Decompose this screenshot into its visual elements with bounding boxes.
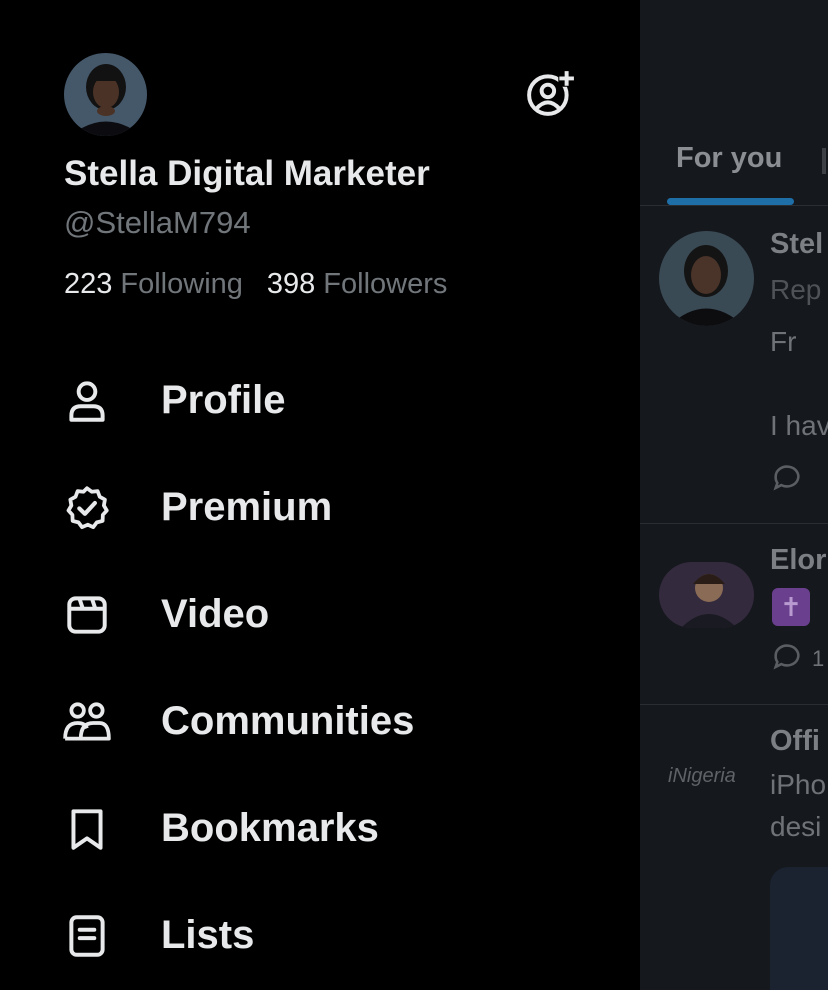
avatar[interactable]	[64, 53, 147, 136]
post-author-name[interactable]: Elor	[770, 544, 826, 577]
menu-item-video[interactable]: Video	[0, 561, 640, 668]
post-avatar[interactable]	[659, 562, 754, 628]
following-count: 223	[64, 268, 113, 300]
timeline-post[interactable]: Stel Rep Fr I hav	[640, 206, 828, 524]
menu-label: Video	[161, 592, 270, 636]
post-reply-line: Rep	[770, 274, 822, 305]
post-text: iPho	[770, 769, 827, 800]
clapperboard-icon	[67, 595, 107, 634]
menu-label: Lists	[161, 913, 255, 957]
post-text: desi	[770, 811, 822, 842]
post-text: Fr	[770, 326, 797, 357]
menu-label: Premium	[161, 485, 333, 529]
account-handle: @StellaM794	[64, 205, 251, 240]
followers-count: 398	[266, 268, 316, 300]
follow-stats: 223 Following 398 Followers	[64, 268, 447, 301]
list-icon	[69, 914, 105, 957]
brand-logo[interactable]: iNigeria	[668, 765, 736, 788]
post-avatar[interactable]	[659, 231, 754, 326]
timeline-post[interactable]: Elor ✝ 1	[640, 524, 828, 705]
post-author-name[interactable]: Offi	[770, 725, 820, 758]
tab-following-partial[interactable]	[822, 148, 826, 174]
following-link[interactable]: 223 Following	[64, 268, 243, 301]
background-timeline[interactable]: For you Stel Rep Fr I hav Elor ✝ 1 iNige…	[640, 0, 828, 990]
add-account-icon[interactable]	[526, 68, 576, 118]
account-display-name[interactable]: Stella Digital Marketer	[64, 154, 430, 194]
reply-icon[interactable]	[770, 640, 804, 674]
menu-label: Communities	[161, 699, 415, 743]
reply-icon[interactable]	[770, 461, 804, 495]
menu-item-profile[interactable]: Profile	[0, 347, 640, 454]
followers-label: Followers	[323, 268, 448, 300]
side-drawer: Stella Digital Marketer @StellaM794 223 F…	[0, 0, 640, 990]
timeline-header: For you	[640, 0, 828, 206]
post-text: I hav	[770, 410, 828, 441]
people-icon	[63, 701, 111, 741]
tab-for-you[interactable]: For you	[676, 142, 782, 175]
app-root: For you Stel Rep Fr I hav Elor ✝ 1 iNige…	[0, 0, 828, 990]
bookmark-icon	[71, 808, 103, 850]
person-icon	[69, 380, 105, 422]
menu-item-premium[interactable]: Premium	[0, 454, 640, 561]
post-media[interactable]	[770, 867, 828, 990]
menu-item-communities[interactable]: Communities	[0, 668, 640, 775]
verified-badge-icon	[66, 485, 109, 529]
post-author-name[interactable]: Stel	[770, 228, 823, 261]
menu-label: Bookmarks	[161, 806, 379, 850]
menu-item-bookmarks[interactable]: Bookmarks	[0, 775, 640, 882]
menu-label: Profile	[161, 378, 286, 422]
tab-active-indicator	[667, 198, 794, 205]
following-label: Following	[120, 268, 243, 300]
followers-link[interactable]: 398 Followers	[267, 268, 447, 301]
cross-emoji-icon: ✝	[772, 588, 810, 626]
menu-item-lists[interactable]: Lists	[0, 882, 640, 989]
reply-count: 1	[812, 646, 825, 671]
timeline-post[interactable]: iNigeria Offi iPho desi	[640, 705, 828, 990]
